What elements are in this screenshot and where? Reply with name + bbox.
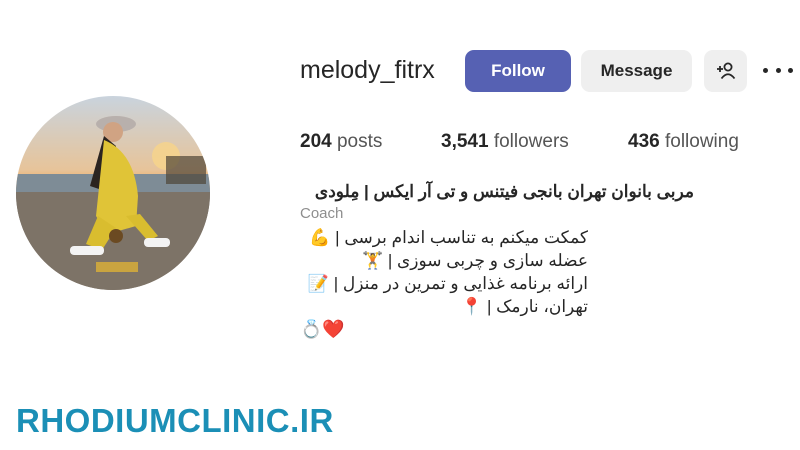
followers-stat[interactable]: 3,541 followers <box>441 131 569 153</box>
posts-label: posts <box>336 131 383 152</box>
more-options-button[interactable] <box>763 60 793 80</box>
follow-button[interactable]: Follow <box>465 50 571 92</box>
bio-line: کمکت میکنم به تناسب اندام برسی | 💪 <box>309 228 588 247</box>
followers-count: 3,541 <box>441 131 489 152</box>
watermark-text: RHODIUMCLINIC.IR <box>16 402 334 439</box>
bio-full-name: مربی بانوان تهران بانجی فیتنس و تی آر ای… <box>314 182 694 201</box>
message-button[interactable]: Message <box>581 50 692 92</box>
posts-count-stat: 204 posts <box>300 131 382 153</box>
bio-line: تهران، نارمک | 📍 <box>461 297 588 316</box>
followers-label: followers <box>493 131 569 152</box>
following-label: following <box>664 131 739 152</box>
bio-emoji-row: 💍❤️ <box>300 319 345 339</box>
avatar-photo-icon <box>16 116 210 290</box>
following-stat[interactable]: 436 following <box>628 131 739 153</box>
more-options-icon <box>788 67 793 73</box>
more-options-icon <box>775 67 781 73</box>
profile-username: melody_fitrx <box>300 56 435 84</box>
more-options-icon <box>763 67 768 73</box>
bio-category: Coach <box>300 205 344 222</box>
add-user-button[interactable] <box>704 50 747 92</box>
add-user-icon <box>716 62 735 80</box>
posts-count: 204 <box>300 131 332 152</box>
following-count: 436 <box>628 131 660 152</box>
profile-avatar[interactable] <box>16 96 210 290</box>
bio-line: عضله سازی و چربی سوزی | 🏋 <box>361 251 588 270</box>
bio-line: ارائه برنامه غذایی و تمرین در منزل | 📝 <box>307 274 588 293</box>
profile-bio: مربی بانوان تهران بانجی فیتنس و تی آر ای… <box>300 182 720 340</box>
